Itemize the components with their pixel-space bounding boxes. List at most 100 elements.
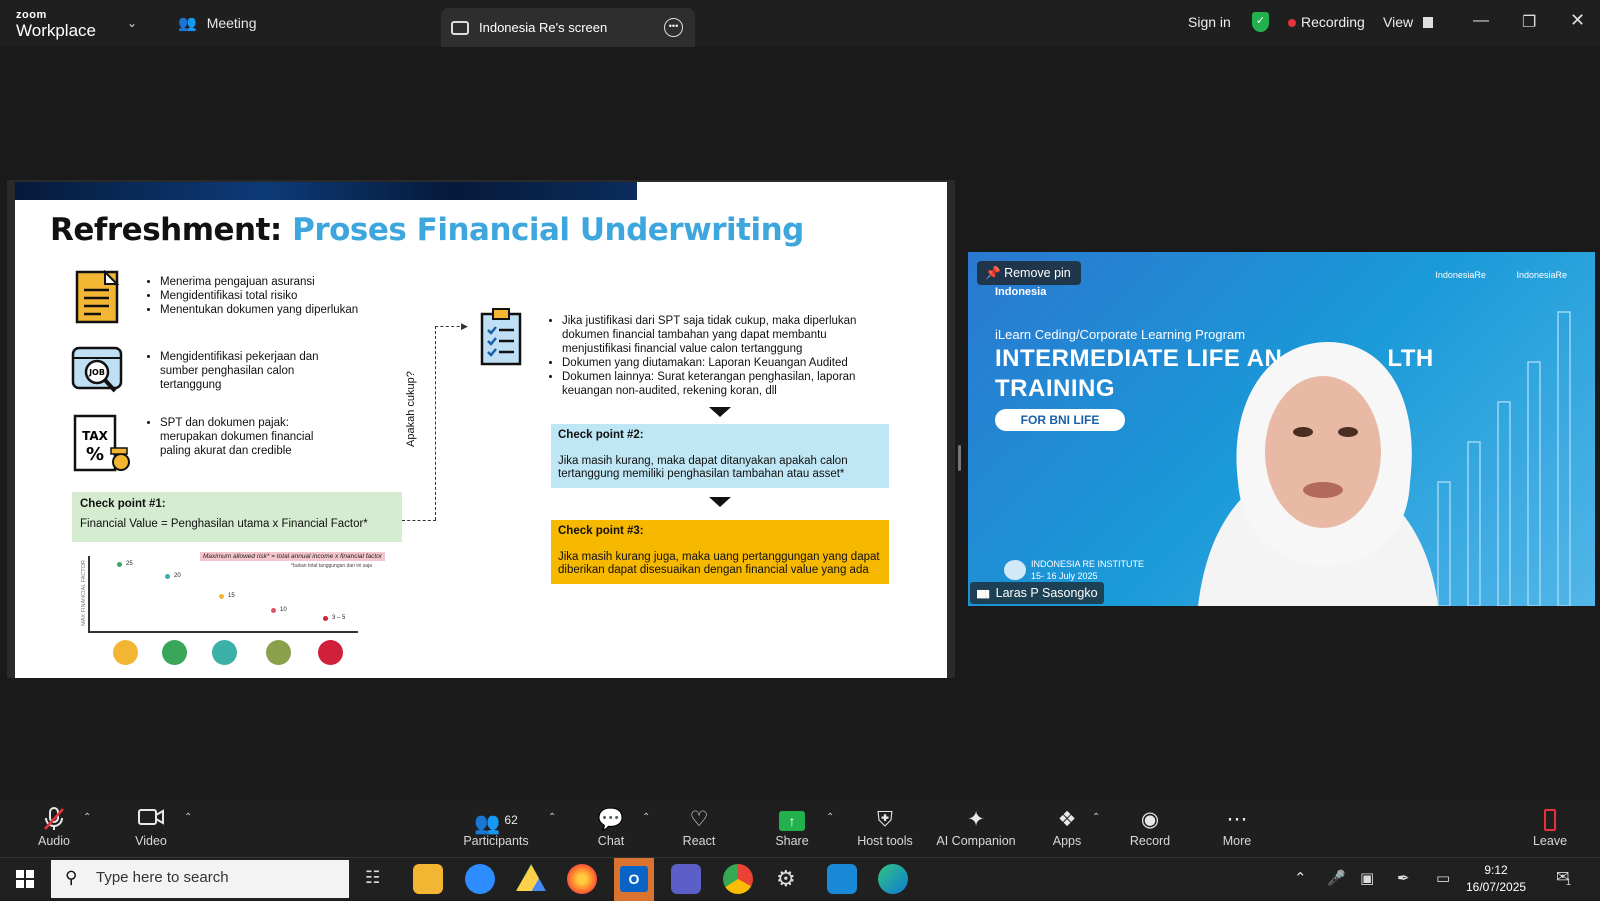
mini-chart-point-label: 3 – 5 [332,615,346,621]
pin-icon: 📌 [985,266,1001,280]
meeting-tab-label: Meeting [206,15,257,31]
video-options-chevron-icon[interactable]: ⌃ [184,812,192,823]
pen-tray-icon[interactable]: ✒ [1397,869,1410,887]
sign-in-button[interactable]: Sign in [1188,14,1231,30]
chrome-icon[interactable] [723,864,753,894]
clipboard-checklist-icon [478,306,526,373]
video-institute-name: INDONESIA RE INSTITUTE [1031,559,1145,569]
split-view-handle[interactable] [958,445,961,471]
teams-icon[interactable] [671,864,701,894]
apps-label: Apps [1052,834,1082,848]
audio-button[interactable]: Audio [14,806,94,848]
brand-workplace: Workplace [16,21,96,40]
avatar [266,640,291,665]
tablet-mode-tray-icon[interactable]: ▭ [1436,869,1450,887]
document-icon [75,269,121,329]
microphone-muted-icon [14,806,94,834]
ai-companion-label: AI Companion [936,834,1016,848]
participant-video-tile[interactable]: Indonesia IndonesiaRe IndonesiaRe iLearn… [968,252,1595,606]
file-explorer-icon[interactable] [413,864,443,894]
chat-label: Chat [597,834,625,848]
check-point-2: Check point #2: Jika masih kurang, maka … [551,424,889,488]
chat-button[interactable]: 💬 Chat [571,806,651,848]
minimize-icon[interactable]: — [1473,12,1489,30]
chevron-down-icon[interactable]: ⌄ [127,16,137,30]
mini-chart-y-axis [88,556,90,632]
zoom-app-icon[interactable] [465,864,495,894]
mini-chart-y-label: MAX FINANCIAL FACTOR [80,560,87,626]
participants-chevron-icon[interactable]: ⌃ [548,812,556,823]
app-brand[interactable]: zoom Workplace [16,9,96,40]
bullet-item: Dokumen yang diutamakan: Laporan Keuanga… [562,356,866,370]
arrow-down-icon [709,497,731,507]
view-layout-icon [1422,17,1433,28]
outlook-active-icon[interactable]: O [614,858,654,901]
avatar [318,640,343,665]
microphone-tray-icon[interactable]: 🎤 [1327,869,1346,887]
remove-pin-label: Remove pin [1004,266,1071,280]
screen-share-tab[interactable]: Indonesia Re's screen ••• [441,8,695,47]
sparkle-icon: ✦ [967,808,985,831]
title-bar: zoom Workplace ⌄ 👥 Meeting Indonesia Re'… [0,0,1600,47]
chat-bubble-icon: 💬 [597,808,625,831]
arrow-right-icon: ▶ [461,321,468,331]
view-button[interactable]: View [1383,14,1433,30]
video-logos: IndonesiaRe IndonesiaRe [1435,270,1567,280]
more-button[interactable]: ⋯ More [1197,806,1277,848]
bullet-item: SPT dan dokumen pajak: merupakan dokumen… [160,416,346,458]
search-icon: ⚲ [65,868,78,887]
bullet-item: Dokumen lainnya: Surat keterangan pengha… [562,370,866,398]
windows-start-icon[interactable] [16,870,34,893]
more-options-icon[interactable]: ••• [664,18,683,37]
taskbar-clock[interactable]: 9:12 16/07/2025 [1466,862,1526,896]
slide-title: Refreshment: Proses Financial Underwriti… [50,212,804,248]
photos-icon[interactable] [827,864,857,894]
mini-chart-point [323,616,328,621]
share-button[interactable]: ↑ Share [752,806,832,848]
display-tray-icon[interactable]: ▣ [1360,869,1374,887]
brand-zoom: zoom [16,9,47,21]
host-tools-button[interactable]: ⛨ Host tools [845,806,925,848]
react-label: React [682,834,716,848]
audio-options-chevron-icon[interactable]: ⌃ [83,812,91,823]
video-button[interactable]: Video [111,806,191,848]
edge-icon[interactable] [878,864,908,894]
react-button[interactable]: ♡ React [659,806,739,848]
leave-button[interactable]: Leave [1510,806,1590,848]
taskbar-search-box[interactable]: ⚲ Type here to search [51,860,349,898]
restore-icon[interactable]: ❐ [1522,12,1536,32]
ai-companion-button[interactable]: ✦ AI Companion [928,806,1024,848]
settings-gear-icon[interactable]: ⚙ [776,866,796,892]
apps-chevron-icon[interactable]: ⌃ [1092,812,1100,823]
notifications-icon[interactable]: ✉ 1 [1556,867,1572,887]
close-icon[interactable]: ✕ [1570,10,1585,31]
show-hidden-icons-chevron-icon[interactable]: ⌃ [1294,869,1307,887]
shield-icon: ⛨ [877,808,893,831]
bullets-group-3: SPT dan dokumen pajak: merupakan dokumen… [146,416,346,458]
task-view-icon[interactable]: ☷ [365,868,380,888]
firefox-icon[interactable] [567,864,597,894]
record-button[interactable]: ◉ Record [1110,806,1190,848]
avatar [113,640,138,665]
participants-button[interactable]: 👥 62 Participants [456,806,536,848]
remove-pin-button[interactable]: 📌 Remove pin [977,261,1081,285]
camera-logo-icon [1004,560,1026,580]
share-chevron-icon[interactable]: ⌃ [826,812,834,823]
more-label: More [1222,834,1252,848]
meeting-tab[interactable]: 👥 Meeting [178,14,257,32]
recording-indicator[interactable]: Recording [1288,14,1365,30]
mini-chart-point [117,562,122,567]
taskbar-date: 16/07/2025 [1466,880,1527,894]
leave-door-icon [1510,806,1590,834]
tax-document-icon: TAX % [73,412,133,479]
shield-check-icon[interactable]: ✓ [1252,12,1269,32]
svg-text:%: % [86,444,104,465]
google-drive-icon[interactable] [516,864,546,891]
slide-title-black: Refreshment: [50,212,282,248]
chat-chevron-icon[interactable]: ⌃ [642,812,650,823]
share-label: Share [775,834,809,848]
check-point-1-body: Financial Value = Penghasilan utama x Fi… [80,518,368,530]
notification-count: 1 [1566,877,1572,887]
people-icon: 👥 [178,15,197,32]
more-dots-icon: ⋯ [1226,808,1248,831]
